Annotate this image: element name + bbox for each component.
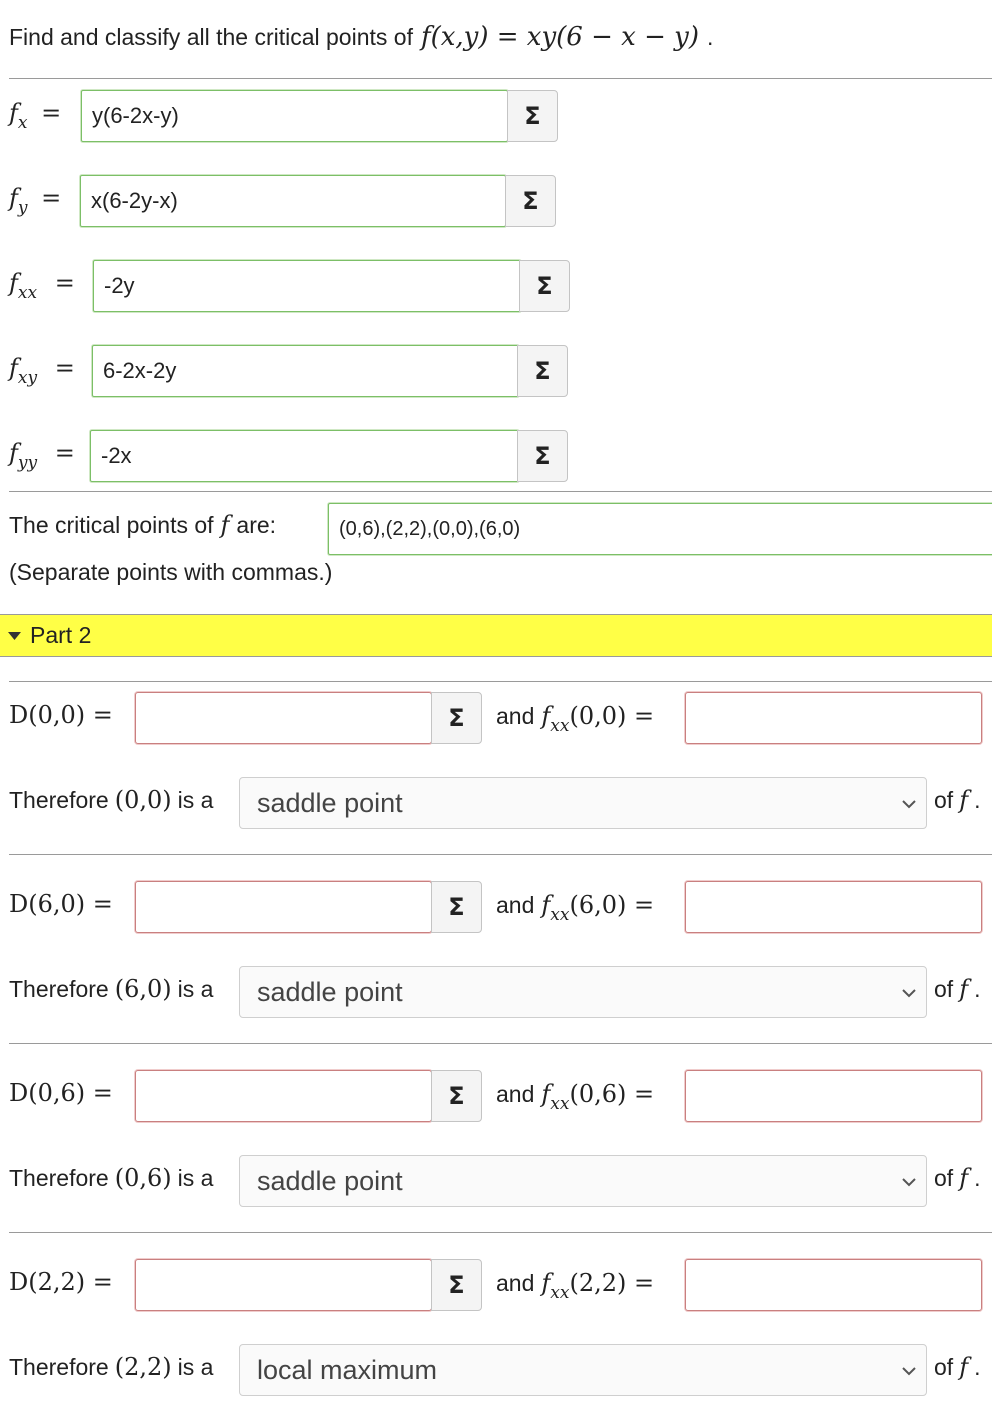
partial-label: fx = <box>9 99 62 133</box>
sigma-button[interactable]: Σ <box>431 1070 482 1122</box>
partial-label: fxy = <box>9 354 75 388</box>
fy-input[interactable]: x(6-2y-x) <box>80 175 506 227</box>
partial-label: fy = <box>9 184 62 218</box>
fxy-input[interactable]: 6-2x-2y <box>92 345 519 397</box>
discriminant-label: D(2,2) = <box>9 1268 113 1296</box>
classification-label: Therefore (6,0) is a <box>9 975 214 1003</box>
question-text: Find and classify all the critical point… <box>9 22 713 52</box>
discriminant-input[interactable] <box>135 1259 432 1311</box>
classification-select[interactable]: saddle point <box>239 1155 927 1207</box>
partial-label: fxx = <box>9 269 75 303</box>
of-f-label: of f. <box>934 1353 981 1381</box>
sigma-button[interactable]: Σ <box>517 345 568 397</box>
classification-label: Therefore (0,6) is a <box>9 1164 214 1192</box>
classification-label: Therefore (0,0) is a <box>9 786 214 814</box>
classification-label: Therefore (2,2) is a <box>9 1353 214 1381</box>
chevron-down-icon <box>902 1367 916 1376</box>
partial-row-fy: fy = x(6-2y-x) Σ <box>9 175 569 227</box>
point-block: D(0,0) = Σ and fxx(0,0) = Therefore (0,0… <box>0 692 992 832</box>
chevron-down-icon <box>902 1178 916 1187</box>
chevron-down-icon <box>902 800 916 809</box>
discriminant-label: D(6,0) = <box>9 890 113 918</box>
fx-input[interactable]: y(6-2x-y) <box>81 90 508 142</box>
classification-select[interactable]: local maximum <box>239 1344 927 1396</box>
classification-select[interactable]: saddle point <box>239 777 927 829</box>
point-block: D(6,0) = Σ and fxx(6,0) = Therefore (6,0… <box>0 881 992 1021</box>
sigma-button[interactable]: Σ <box>431 692 482 744</box>
discriminant-input[interactable] <box>135 692 432 744</box>
sigma-button[interactable]: Σ <box>517 430 568 482</box>
classification-select[interactable]: saddle point <box>239 966 927 1018</box>
discriminant-label: D(0,6) = <box>9 1079 113 1107</box>
divider <box>9 78 992 79</box>
fxx-at-point-label: and fxx(6,0) = <box>496 891 655 925</box>
divider <box>9 681 992 682</box>
partial-row-fxx: fxx = -2y Σ <box>9 260 579 312</box>
sigma-button[interactable]: Σ <box>431 881 482 933</box>
sigma-button[interactable]: Σ <box>431 1259 482 1311</box>
of-f-label: of f. <box>934 786 981 814</box>
critical-points-input[interactable]: (0,6),(2,2),(0,0),(6,0) <box>328 503 992 555</box>
fxx-at-point-input[interactable] <box>685 692 982 744</box>
discriminant-input[interactable] <box>135 1070 432 1122</box>
fxx-at-point-label: and fxx(2,2) = <box>496 1269 655 1303</box>
discriminant-input[interactable] <box>135 881 432 933</box>
critical-points-label: The critical points of f are: <box>9 511 277 539</box>
divider <box>9 491 992 492</box>
fxx-input[interactable]: -2y <box>93 260 521 312</box>
partial-row-fxy: fxy = 6-2x-2y Σ <box>9 345 579 397</box>
divider <box>9 1043 992 1044</box>
of-f-label: of f. <box>934 975 981 1003</box>
sigma-button[interactable]: Σ <box>519 260 570 312</box>
sigma-button[interactable]: Σ <box>505 175 556 227</box>
fxx-at-point-input[interactable] <box>685 1070 982 1122</box>
discriminant-label: D(0,0) = <box>9 701 113 729</box>
part2-header[interactable]: Part 2 <box>0 614 992 657</box>
partial-label: fyy = <box>9 439 75 473</box>
of-f-label: of f. <box>934 1164 981 1192</box>
question-function: f(x,y) = xy(6 − x − y) <box>420 22 699 52</box>
question-prefix: Find and classify all the critical point… <box>9 24 413 50</box>
fxx-at-point-label: and fxx(0,0) = <box>496 702 655 736</box>
point-block: D(0,6) = Σ and fxx(0,6) = Therefore (0,6… <box>0 1070 992 1210</box>
fxx-at-point-input[interactable] <box>685 881 982 933</box>
point-block: D(2,2) = Σ and fxx(2,2) = Therefore (2,2… <box>0 1259 992 1399</box>
divider <box>9 1232 992 1233</box>
partial-row-fyy: fyy = -2x Σ <box>9 430 579 482</box>
part2-label: Part 2 <box>30 622 92 648</box>
partial-row-fx: fx = y(6-2x-y) Σ <box>9 90 569 142</box>
fyy-input[interactable]: -2x <box>90 430 519 482</box>
fxx-at-point-input[interactable] <box>685 1259 982 1311</box>
sigma-button[interactable]: Σ <box>507 90 558 142</box>
critical-points-hint: (Separate points with commas.) <box>9 559 333 585</box>
triangle-down-icon <box>8 631 21 640</box>
question-suffix: . <box>706 24 714 50</box>
divider <box>9 854 992 855</box>
chevron-down-icon <box>902 989 916 998</box>
fxx-at-point-label: and fxx(0,6) = <box>496 1080 655 1114</box>
